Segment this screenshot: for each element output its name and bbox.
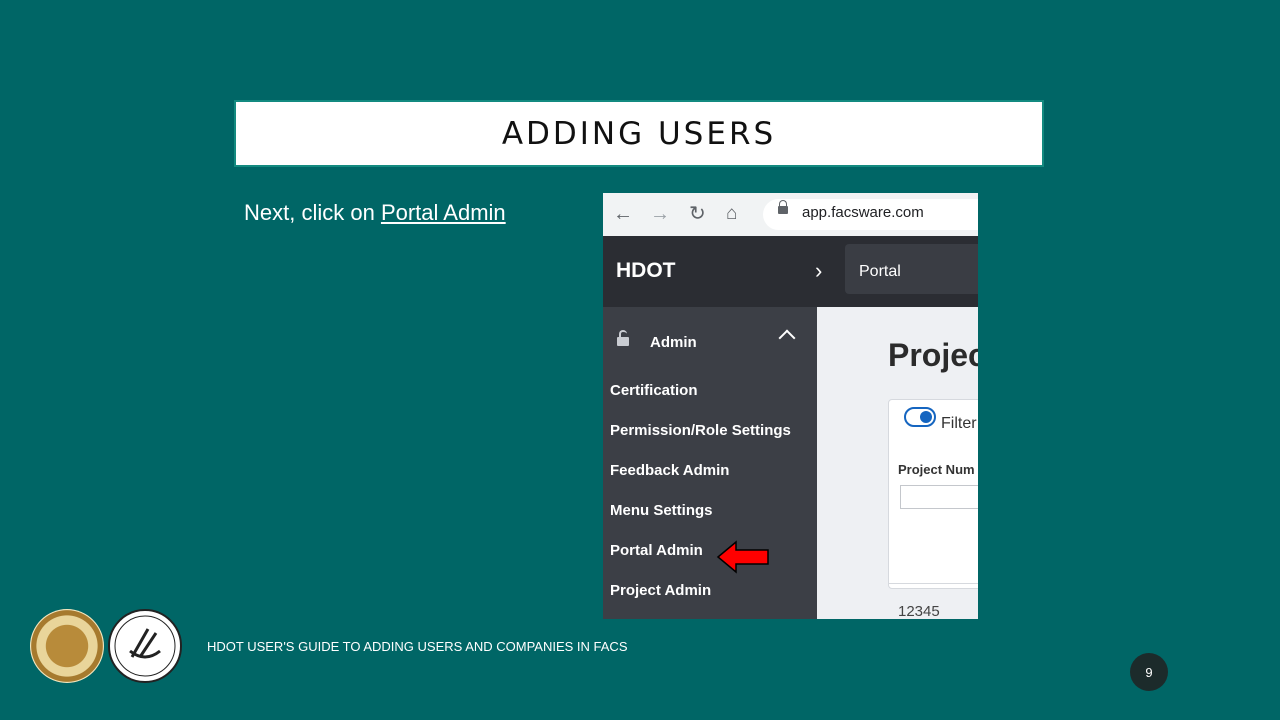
footer-text: HDOT USER'S GUIDE TO ADDING USERS AND CO…	[207, 639, 628, 654]
lock-icon	[778, 200, 788, 214]
back-arrow-icon[interactable]: ←	[613, 202, 633, 226]
reload-icon[interactable]: ↻	[689, 202, 706, 226]
department-of-transportation-seal-icon	[108, 609, 182, 683]
chevron-up-icon[interactable]	[778, 329, 796, 347]
toggle-knob	[920, 411, 932, 423]
app-header: HDOT › Portal	[603, 236, 978, 307]
dot-logo-mark	[114, 615, 176, 677]
sidebar-item-feedback-admin[interactable]: Feedback Admin	[610, 462, 729, 479]
page-title: Projec	[888, 337, 978, 373]
instruction-text: Next, click on Portal Admin	[244, 200, 506, 226]
sidebar-item-permission-role-settings[interactable]: Permission/Role Settings	[610, 422, 791, 439]
home-icon[interactable]: ⌂	[726, 202, 737, 226]
title-box: ADDING USERS	[234, 100, 1044, 167]
table-row[interactable]: 12345	[898, 603, 940, 619]
portal-admin-link[interactable]: Portal Admin	[381, 200, 506, 225]
page-number: 9	[1130, 653, 1168, 691]
red-pointer-arrow-icon	[716, 540, 769, 574]
sidebar-item-portal-admin[interactable]: Portal Admin	[610, 542, 703, 559]
sidebar-item-menu-settings[interactable]: Menu Settings	[610, 502, 713, 519]
unlock-icon	[617, 330, 629, 346]
filter-label: Filter	[941, 415, 977, 432]
sidebar-item-certification[interactable]: Certification	[610, 382, 698, 399]
forward-arrow-icon[interactable]: →	[650, 202, 670, 226]
row-divider	[888, 583, 978, 584]
state-of-hawaii-seal-icon	[30, 609, 104, 683]
instruction-prefix: Next, click on	[244, 200, 381, 225]
sidebar-item-project-admin[interactable]: Project Admin	[610, 582, 711, 599]
brand-logo-text: HDOT	[616, 259, 676, 282]
sidebar-section-admin[interactable]: Admin	[650, 334, 697, 351]
chevron-right-icon[interactable]: ›	[815, 258, 822, 284]
main-content: Projec Filter Project Num 12345	[817, 307, 978, 619]
slide-title: ADDING USERS	[501, 115, 777, 152]
app-screenshot: ← → ↻ ⌂ app.facsware.com HDOT › Portal A…	[603, 193, 978, 619]
project-number-filter-input[interactable]	[900, 485, 978, 509]
url-text: app.facsware.com	[802, 204, 924, 221]
column-header-project-number[interactable]: Project Num	[898, 462, 975, 477]
breadcrumb-portal[interactable]: Portal	[859, 263, 901, 281]
sidebar: Admin Certification Permission/Role Sett…	[603, 307, 817, 619]
